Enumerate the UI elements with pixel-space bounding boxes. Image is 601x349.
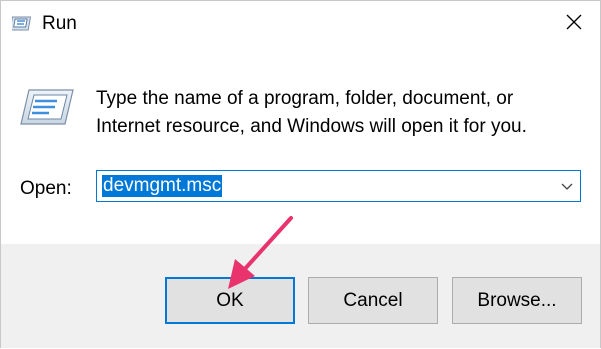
description-line-2: Internet resource, and Windows will open… — [96, 116, 527, 137]
title-bar[interactable]: Run — [1, 1, 600, 47]
run-program-icon — [19, 88, 75, 126]
close-button[interactable] — [554, 6, 594, 42]
description-line-1: Type the name of a program, folder, docu… — [96, 88, 514, 109]
cancel-button[interactable]: Cancel — [308, 277, 438, 324]
browse-button[interactable]: Browse... — [452, 277, 582, 324]
chevron-down-icon[interactable] — [560, 179, 574, 193]
run-dialog: Run Type the name of a program, folder, … — [0, 0, 601, 348]
run-app-icon — [9, 14, 34, 34]
dialog-description: Type the name of a program, folder, docu… — [96, 85, 576, 141]
window-title: Run — [42, 13, 77, 34]
open-combobox[interactable]: devmgmt.msc — [96, 170, 581, 202]
close-icon — [565, 13, 583, 36]
open-label: Open: — [20, 178, 72, 199]
open-input[interactable]: devmgmt.msc — [102, 175, 223, 197]
ok-button[interactable]: OK — [165, 277, 295, 324]
